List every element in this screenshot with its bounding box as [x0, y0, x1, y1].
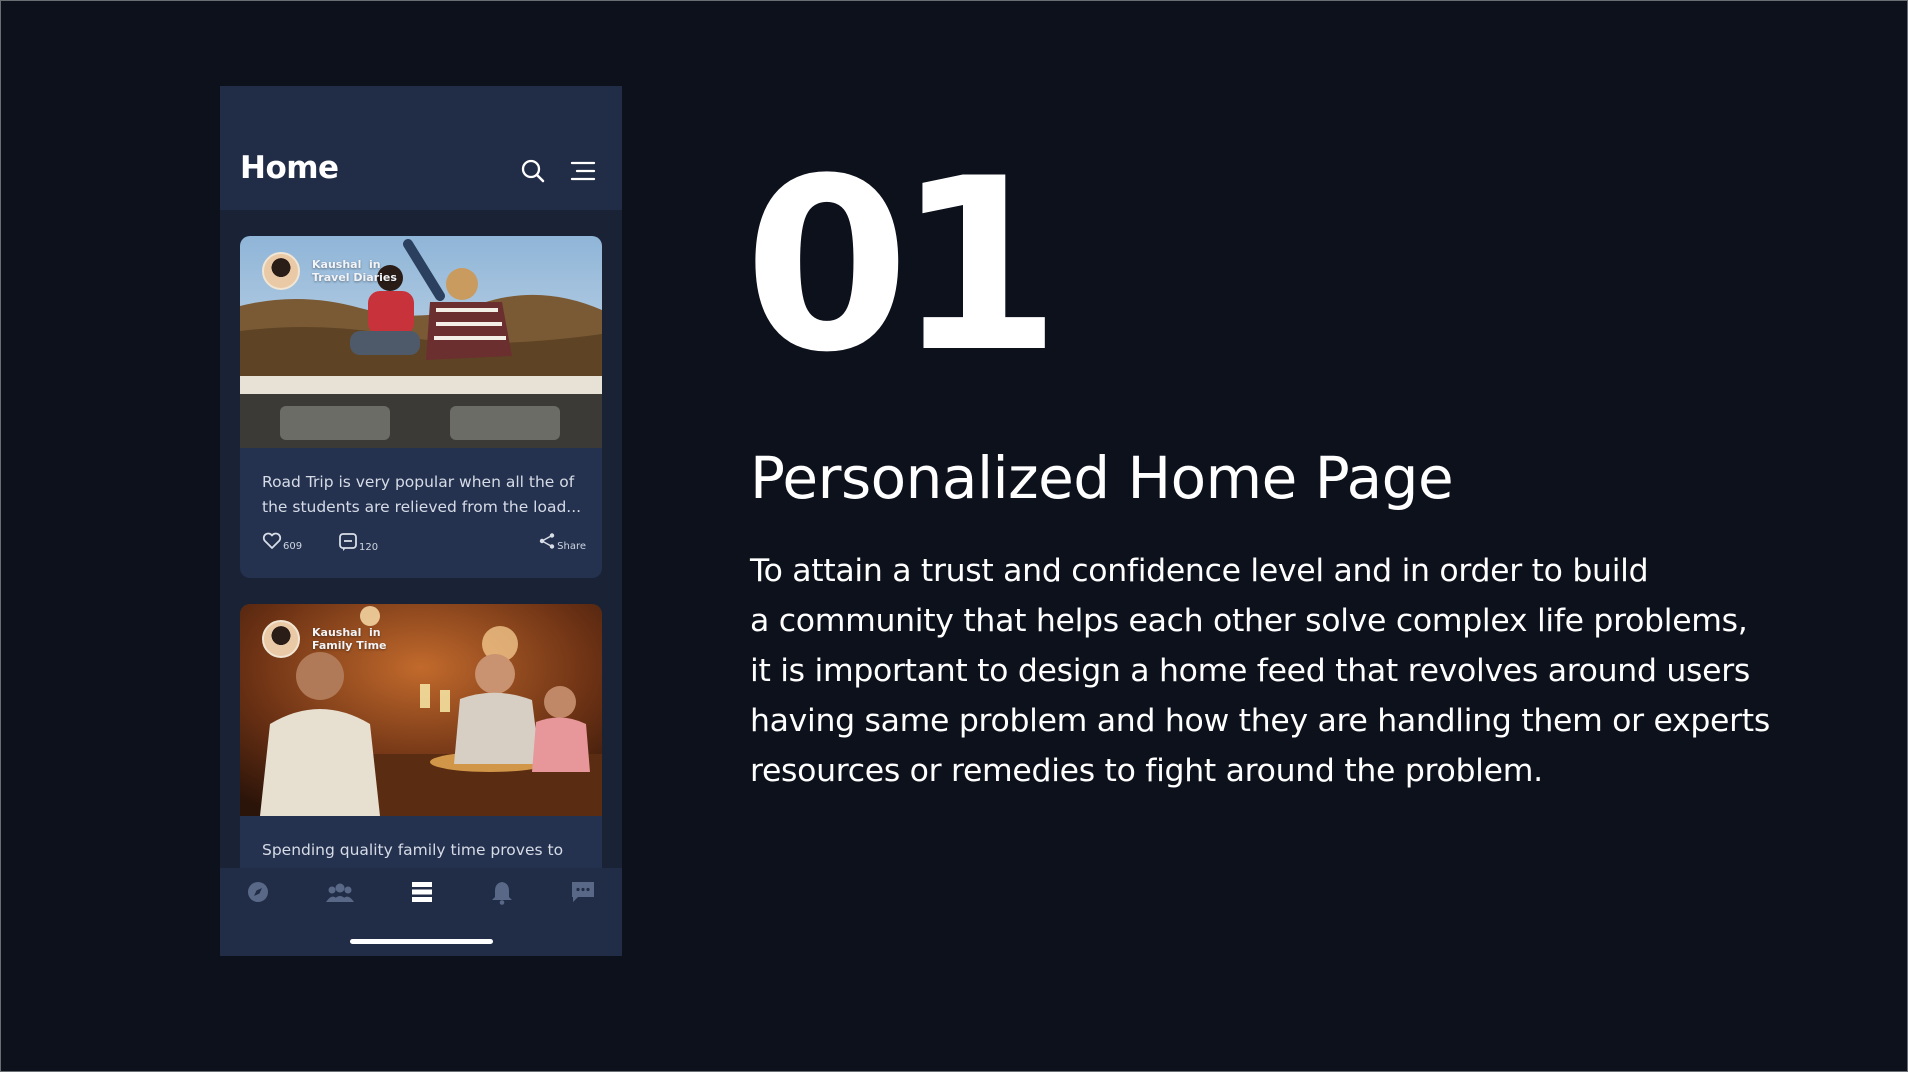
description-line: it is important to design a home feed th…: [750, 653, 1750, 689]
comment-icon: [338, 532, 358, 556]
menu-icon[interactable]: [568, 156, 598, 186]
post-card[interactable]: Kaushal in Travel Diaries Road Trip is v…: [240, 236, 602, 578]
description-line: To attain a trust and confidence level a…: [750, 553, 1649, 589]
avatar[interactable]: [262, 620, 300, 658]
community-icon[interactable]: [326, 878, 354, 906]
search-icon[interactable]: [518, 156, 548, 186]
section-title: Personalized Home Page: [750, 444, 1454, 512]
post-author[interactable]: Kaushal in Family Time: [262, 620, 387, 658]
bell-icon[interactable]: [488, 878, 516, 906]
post-author[interactable]: Kaushal in Travel Diaries: [262, 252, 397, 290]
home-feed[interactable]: Kaushal in Travel Diaries Road Trip is v…: [220, 210, 622, 954]
author-name: Kaushal: [312, 626, 362, 639]
post-text: Road Trip is very popular when all the o…: [262, 473, 582, 516]
like-count: 609: [283, 540, 303, 552]
compass-icon[interactable]: [244, 878, 272, 906]
share-icon: [538, 532, 556, 554]
chat-icon[interactable]: [569, 878, 597, 906]
app-header: Home: [220, 86, 622, 210]
description-line: having same problem and how they are han…: [750, 703, 1770, 739]
page-title: Home: [240, 150, 339, 186]
home-indicator[interactable]: [350, 939, 493, 944]
author-connector: in: [369, 626, 381, 639]
share-button[interactable]: Share: [538, 532, 586, 554]
description-line: resources or remedies to fight around th…: [750, 753, 1543, 789]
heart-icon: [262, 532, 282, 554]
group-name[interactable]: Family Time: [312, 639, 387, 652]
share-label: Share: [557, 540, 586, 552]
like-button[interactable]: 609: [262, 532, 302, 554]
feed-icon[interactable]: [408, 878, 436, 906]
post-actions: 609 120 Share: [262, 532, 586, 554]
description-line: a community that helps each other solve …: [750, 603, 1748, 639]
comment-count: 120: [359, 541, 379, 553]
description: To attain a trust and confidence level a…: [750, 546, 1880, 796]
avatar[interactable]: [262, 252, 300, 290]
comment-button[interactable]: 120: [338, 532, 378, 556]
bottom-navigation: [220, 868, 622, 956]
group-name[interactable]: Travel Diaries: [312, 271, 397, 284]
phone-mockup: Home Kaushal in Travel Diaries Road Trip…: [220, 86, 622, 956]
author-name: Kaushal: [312, 258, 362, 271]
slide-number: 01: [744, 128, 1061, 405]
author-connector: in: [369, 258, 381, 271]
